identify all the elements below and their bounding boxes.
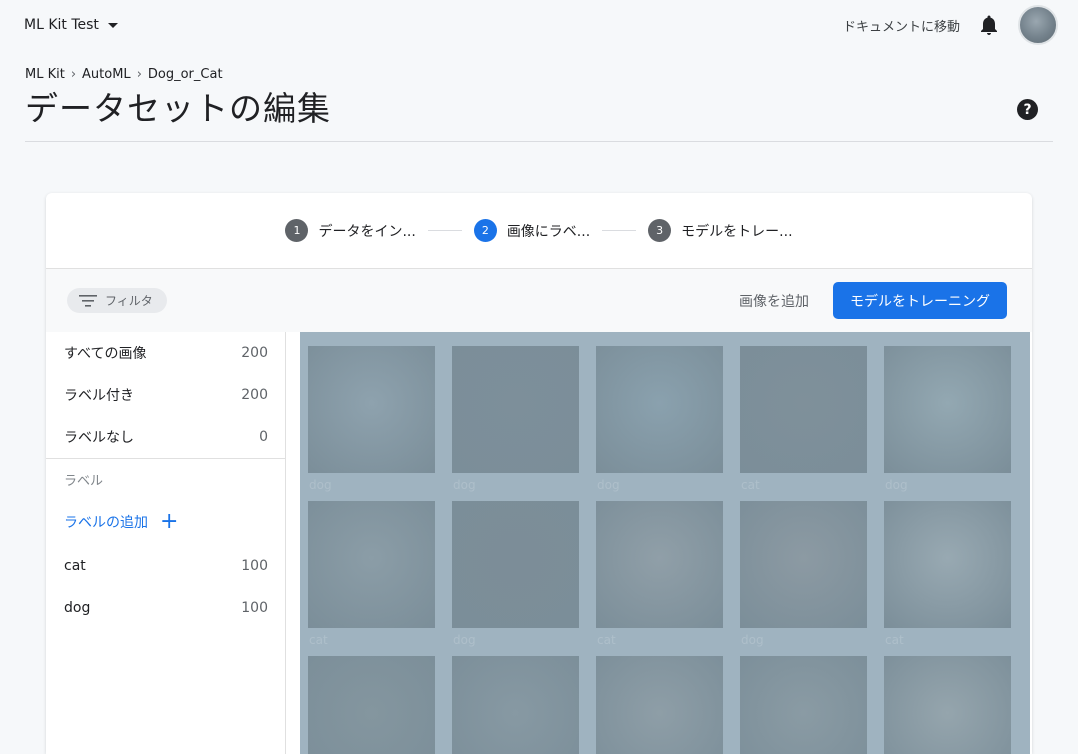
image-thumbnail <box>884 656 1011 754</box>
breadcrumb: ML Kit › AutoML › Dog_or_Cat <box>25 67 223 82</box>
plus-icon: + <box>160 509 179 534</box>
top-right-actions: ドキュメントに移動 <box>843 5 1058 45</box>
filter-button[interactable]: フィルタ <box>67 288 167 313</box>
filter-all-images[interactable]: すべての画像 200 <box>46 332 285 374</box>
project-name: ML Kit Test <box>24 17 99 33</box>
breadcrumb-item[interactable]: ML Kit <box>25 67 65 82</box>
row-count: 0 <box>259 429 268 445</box>
avatar[interactable] <box>1018 5 1058 45</box>
filter-unlabeled[interactable]: ラベルなし 0 <box>46 416 285 458</box>
step-train[interactable]: 3 モデルをトレー... <box>648 219 793 242</box>
caret-down-icon <box>107 22 118 28</box>
label-name: dog <box>64 600 91 616</box>
image-thumbnail <box>596 346 723 473</box>
image-tile[interactable] <box>308 656 435 754</box>
image-label: cat <box>885 633 904 647</box>
stepper: 1 データをイン... 2 画像にラベ... 3 モデルをトレー... <box>46 193 1032 269</box>
image-tile[interactable]: cat <box>596 501 723 647</box>
toolbar-actions: 画像を追加 モデルをトレーニング <box>739 282 1007 319</box>
image-thumbnail <box>308 346 435 473</box>
image-thumbnail <box>596 656 723 754</box>
chevron-right-icon: › <box>136 67 142 82</box>
filter-icon <box>79 294 97 307</box>
image-tile[interactable] <box>884 656 1011 754</box>
label-sidebar: すべての画像 200 ラベル付き 200 ラベルなし 0 ラベル ラベルの追加 … <box>46 332 286 754</box>
step-label: データをイン... <box>318 223 416 240</box>
image-thumbnail <box>308 656 435 754</box>
filter-labeled[interactable]: ラベル付き 200 <box>46 374 285 416</box>
project-selector[interactable]: ML Kit Test <box>24 17 118 33</box>
image-tile[interactable] <box>740 656 867 754</box>
image-thumbnail <box>884 346 1011 473</box>
labels-header: ラベル <box>64 473 104 489</box>
image-thumbnail <box>308 501 435 628</box>
add-images-button[interactable]: 画像を追加 <box>739 291 809 311</box>
toolbar: フィルタ 画像を追加 モデルをトレーニング <box>46 269 1032 332</box>
image-label: cat <box>309 633 328 647</box>
image-tile[interactable]: cat <box>308 501 435 647</box>
row-label: ラベル付き <box>64 388 134 404</box>
breadcrumb-item[interactable]: AutoML <box>82 67 131 82</box>
help-icon[interactable]: ? <box>1017 99 1038 120</box>
image-tile[interactable]: dog <box>740 501 867 647</box>
step-number: 3 <box>648 219 672 242</box>
train-model-button[interactable]: モデルをトレーニング <box>833 282 1007 319</box>
dataset-card: 1 データをイン... 2 画像にラベ... 3 モデルをトレー... フィルタ… <box>46 193 1032 754</box>
docs-link[interactable]: ドキュメントに移動 <box>843 16 960 35</box>
filter-label: フィルタ <box>105 294 153 308</box>
breadcrumb-item[interactable]: Dog_or_Cat <box>148 67 223 82</box>
image-tile[interactable]: dog <box>452 346 579 492</box>
image-tile[interactable]: dog <box>308 346 435 492</box>
step-label: モデルをトレー... <box>681 223 793 240</box>
top-bar: ML Kit Test ドキュメントに移動 <box>0 0 1078 50</box>
step-connector <box>427 230 462 231</box>
image-label: cat <box>741 478 760 492</box>
add-label-text: ラベルの追加 <box>64 515 148 531</box>
page-title: データセットの編集 <box>25 89 331 128</box>
step-number: 1 <box>285 219 309 242</box>
image-label: dog <box>885 478 908 492</box>
label-count: 100 <box>241 600 268 616</box>
image-thumbnail <box>452 501 579 628</box>
image-tile[interactable]: dog <box>596 346 723 492</box>
step-connector <box>602 230 637 231</box>
image-tile[interactable]: cat <box>884 501 1011 647</box>
image-tile[interactable]: cat <box>740 346 867 492</box>
image-thumbnail <box>452 346 579 473</box>
label-count: 100 <box>241 558 268 574</box>
image-label: dog <box>453 633 476 647</box>
label-name: cat <box>64 558 86 574</box>
image-tile[interactable]: dog <box>884 346 1011 492</box>
image-tile[interactable] <box>596 656 723 754</box>
step-label: 画像にラベ... <box>506 223 591 240</box>
image-label: cat <box>597 633 616 647</box>
step-import[interactable]: 1 データをイン... <box>285 219 416 242</box>
image-thumbnail <box>884 501 1011 628</box>
label-item-cat[interactable]: cat 100 <box>46 545 285 587</box>
image-thumbnail <box>740 656 867 754</box>
image-label: dog <box>741 633 764 647</box>
row-count: 200 <box>241 387 268 403</box>
image-label: dog <box>309 478 332 492</box>
row-count: 200 <box>241 345 268 361</box>
add-label-button[interactable]: ラベルの追加 + <box>46 499 285 545</box>
image-thumbnail <box>452 656 579 754</box>
divider <box>25 141 1053 142</box>
image-label: dog <box>597 478 620 492</box>
image-grid: dog dog dog cat dog cat dog cat dog cat <box>300 332 1030 754</box>
bell-icon[interactable] <box>978 14 1000 36</box>
image-label: dog <box>453 478 476 492</box>
content-area: すべての画像 200 ラベル付き 200 ラベルなし 0 ラベル ラベルの追加 … <box>46 332 1032 754</box>
step-number: 2 <box>473 219 497 242</box>
row-label: ラベルなし <box>64 430 134 446</box>
step-label-images[interactable]: 2 画像にラベ... <box>473 219 591 242</box>
image-thumbnail <box>740 501 867 628</box>
image-tile[interactable]: dog <box>452 501 579 647</box>
image-thumbnail <box>740 346 867 473</box>
row-label: すべての画像 <box>64 346 147 362</box>
image-tile[interactable] <box>452 656 579 754</box>
image-thumbnail <box>596 501 723 628</box>
label-item-dog[interactable]: dog 100 <box>46 587 285 629</box>
chevron-right-icon: › <box>70 67 77 82</box>
